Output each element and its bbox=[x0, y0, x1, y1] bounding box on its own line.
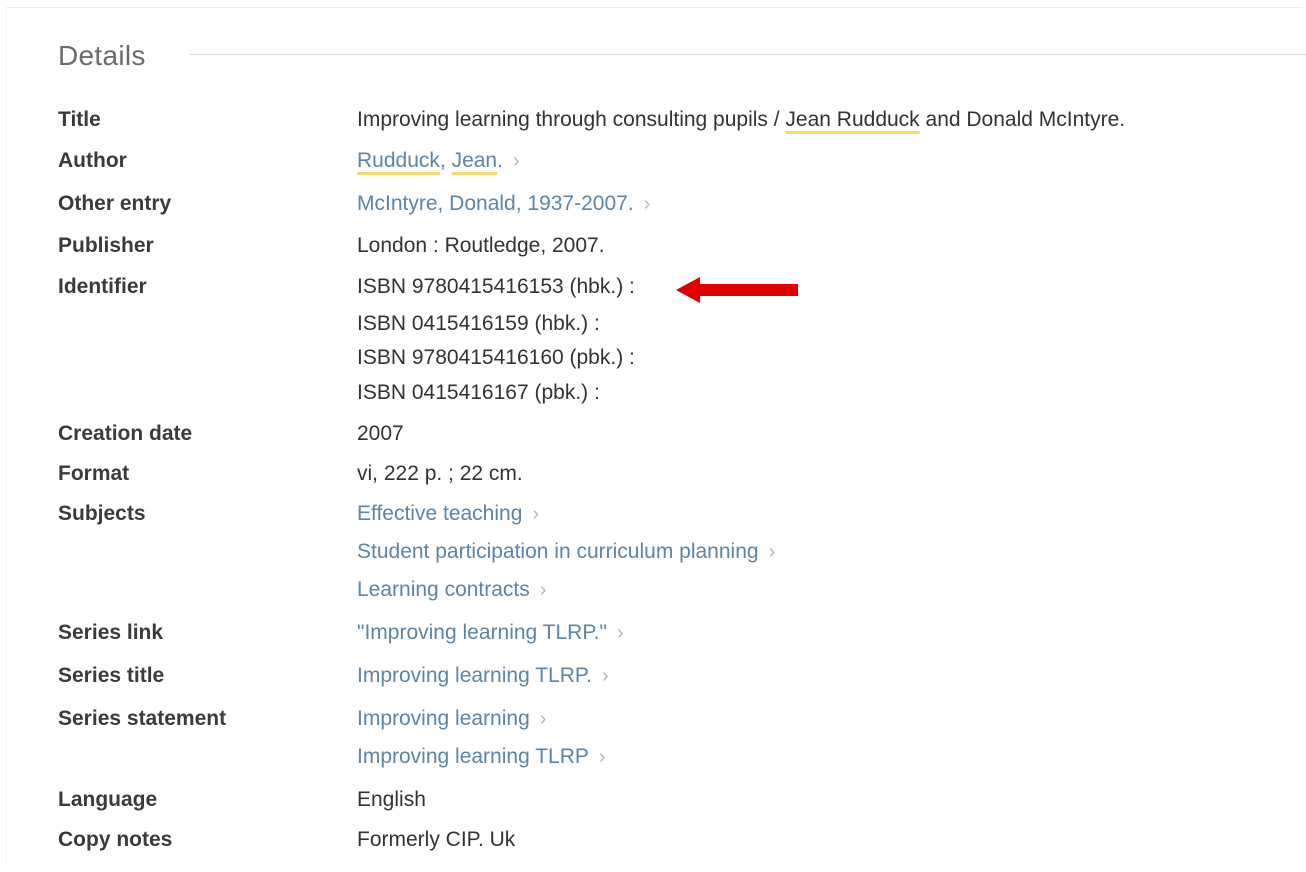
other-entry-text[interactable]: McIntyre, Donald, 1937-2007. bbox=[357, 192, 634, 215]
author-link[interactable]: Rudduck, Jean. › bbox=[357, 149, 520, 173]
creation-date-value: 2007 bbox=[357, 422, 404, 445]
series-statement-text[interactable]: Improving learning bbox=[357, 707, 530, 730]
author-label: Author bbox=[58, 149, 127, 172]
series-statement-label: Series statement bbox=[58, 707, 227, 730]
author-separator[interactable]: , bbox=[440, 149, 452, 172]
subject-link-effective-teaching[interactable]: Effective teaching › bbox=[357, 502, 539, 526]
chevron-right-icon[interactable]: › bbox=[644, 193, 651, 215]
title-highlight: Jean Rudduck bbox=[785, 108, 920, 131]
identifier-value: ISBN 9780415416153 (hbk.) : bbox=[357, 275, 635, 298]
chevron-right-icon[interactable]: › bbox=[532, 503, 539, 525]
chevron-right-icon[interactable]: › bbox=[617, 622, 624, 644]
subject-text[interactable]: Student participation in curriculum plan… bbox=[357, 540, 759, 563]
language-value: English bbox=[357, 788, 426, 811]
chevron-right-icon[interactable]: › bbox=[540, 708, 547, 730]
title-label: Title bbox=[58, 108, 101, 131]
identifier-value: ISBN 0415416167 (pbk.) : bbox=[357, 381, 600, 404]
subject-link-student-participation[interactable]: Student participation in curriculum plan… bbox=[357, 540, 775, 564]
title-text-after: and Donald McIntyre. bbox=[919, 108, 1126, 131]
series-link-text[interactable]: "Improving learning TLRP." bbox=[357, 621, 607, 644]
subject-text[interactable]: Effective teaching bbox=[357, 502, 522, 525]
title-value: Improving learning through consulting pu… bbox=[357, 108, 1125, 132]
series-link-label: Series link bbox=[58, 621, 164, 644]
identifier-value: ISBN 9780415416160 (pbk.) : bbox=[357, 346, 635, 369]
series-title-link[interactable]: Improving learning TLRP. › bbox=[357, 664, 609, 688]
format-label: Format bbox=[58, 462, 130, 485]
details-heading: Details bbox=[58, 40, 146, 71]
chevron-right-icon[interactable]: › bbox=[602, 665, 609, 687]
publisher-label: Publisher bbox=[58, 234, 154, 257]
identifier-label: Identifier bbox=[58, 275, 147, 298]
panel-left-border bbox=[6, 7, 7, 865]
red-arrow-annotation bbox=[676, 277, 798, 303]
heading-divider bbox=[190, 54, 1306, 55]
other-entry-label: Other entry bbox=[58, 192, 172, 215]
subject-text[interactable]: Learning contracts bbox=[357, 578, 530, 601]
subjects-label: Subjects bbox=[58, 502, 146, 525]
series-link-link[interactable]: "Improving learning TLRP." › bbox=[357, 621, 624, 645]
author-surname[interactable]: Rudduck bbox=[357, 149, 440, 172]
series-title-text[interactable]: Improving learning TLRP. bbox=[357, 664, 592, 687]
chevron-right-icon[interactable]: › bbox=[540, 579, 547, 601]
copy-notes-value: Formerly CIP. Uk bbox=[357, 828, 516, 851]
format-value: vi, 222 p. ; 22 cm. bbox=[357, 462, 523, 485]
other-entry-link[interactable]: McIntyre, Donald, 1937-2007. › bbox=[357, 192, 650, 216]
chevron-right-icon[interactable]: › bbox=[769, 541, 776, 563]
title-text-before: Improving learning through consulting pu… bbox=[357, 108, 786, 131]
series-statement-link[interactable]: Improving learning › bbox=[357, 707, 546, 731]
series-statement-text[interactable]: Improving learning TLRP bbox=[357, 745, 589, 768]
copy-notes-label: Copy notes bbox=[58, 828, 173, 851]
identifier-value: ISBN 0415416159 (hbk.) : bbox=[357, 312, 600, 335]
publisher-value: London : Routledge, 2007. bbox=[357, 234, 605, 257]
chevron-right-icon[interactable]: › bbox=[513, 150, 520, 172]
author-forename[interactable]: Jean bbox=[452, 149, 498, 172]
author-period[interactable]: . bbox=[497, 149, 503, 172]
subject-link-learning-contracts[interactable]: Learning contracts › bbox=[357, 578, 546, 602]
creation-date-label: Creation date bbox=[58, 422, 193, 445]
series-title-label: Series title bbox=[58, 664, 165, 687]
chevron-right-icon[interactable]: › bbox=[599, 746, 606, 768]
arrow-shape bbox=[676, 277, 798, 303]
language-label: Language bbox=[58, 788, 158, 811]
series-statement-link[interactable]: Improving learning TLRP › bbox=[357, 745, 606, 769]
panel-top-border bbox=[6, 7, 1302, 8]
details-panel bbox=[6, 8, 1302, 864]
